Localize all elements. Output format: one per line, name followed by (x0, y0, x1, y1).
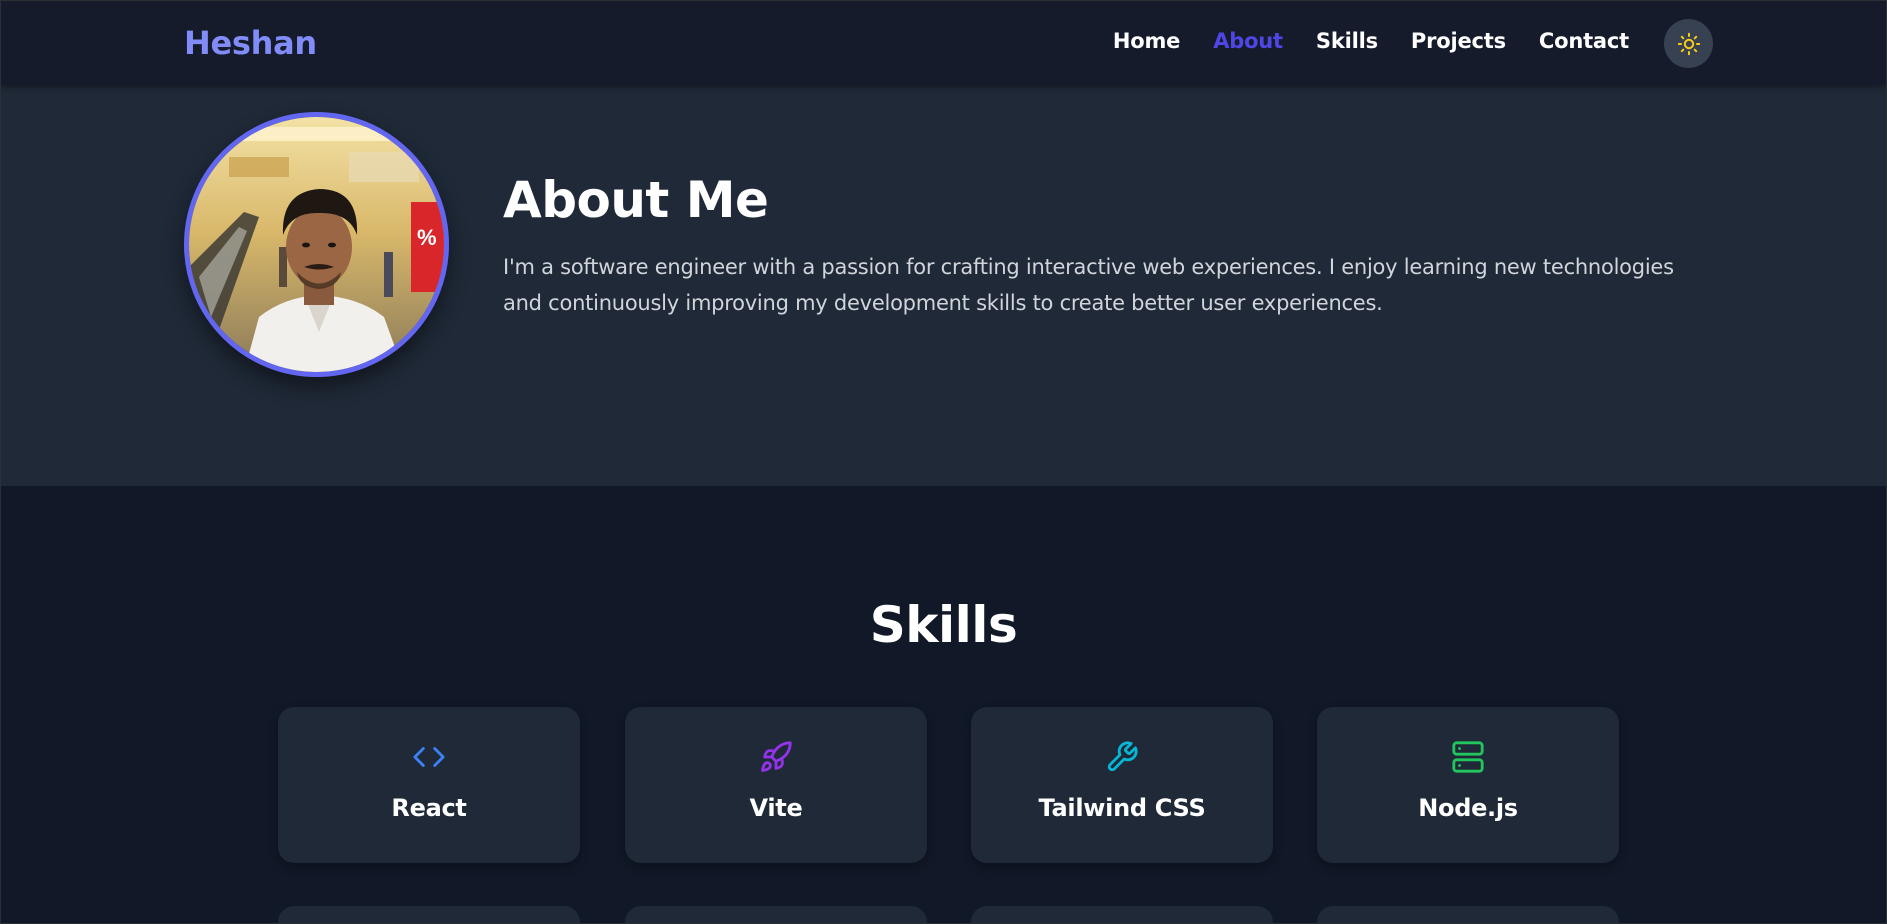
nav-links: Home About Skills Projects Contact (1113, 29, 1629, 53)
code-icon (413, 747, 445, 767)
skill-name: Vite (749, 794, 803, 822)
skill-card-tailwind: Tailwind CSS (971, 707, 1273, 863)
about-section: % About Me I'm a software engineer with … (1, 85, 1886, 486)
nav-link-about[interactable]: About (1213, 29, 1283, 53)
skills-section: Skills React Vite Tailwind CSS Node.js (1, 486, 1886, 923)
about-title: About Me (503, 171, 769, 229)
skill-name: Tailwind CSS (1038, 794, 1206, 822)
nav-item-home: Home (1113, 29, 1181, 53)
nav-link-projects[interactable]: Projects (1411, 29, 1506, 53)
nav-link-contact[interactable]: Contact (1539, 29, 1629, 53)
server-icon (1452, 741, 1484, 773)
page: Heshan Home About Skills Projects Contac… (0, 0, 1887, 924)
profile-avatar: % (184, 112, 449, 377)
skill-name: React (391, 794, 467, 822)
profile-photo: % (189, 117, 444, 372)
nav-link-skills[interactable]: Skills (1316, 29, 1378, 53)
about-description: I'm a software engineer with a passion f… (503, 255, 1674, 315)
skill-card-next-row (971, 906, 1273, 923)
skill-card-next-row (1317, 906, 1619, 923)
rocket-icon (761, 741, 792, 772)
skill-card-next-row (625, 906, 927, 923)
wrench-icon (1107, 741, 1138, 772)
skill-card-vite: Vite (625, 707, 927, 863)
nav-item-about: About (1213, 29, 1283, 53)
nav-link-home[interactable]: Home (1113, 29, 1181, 53)
skills-title: Skills (869, 596, 1018, 654)
sun-icon (1677, 32, 1700, 55)
skill-name: Node.js (1418, 794, 1518, 822)
nav-item-projects: Projects (1411, 29, 1506, 53)
brand-logo[interactable]: Heshan (184, 24, 317, 62)
nav-item-contact: Contact (1539, 29, 1629, 53)
navbar: Heshan Home About Skills Projects Contac… (1, 1, 1886, 85)
skill-card-nodejs: Node.js (1317, 707, 1619, 863)
skill-card-next-row (278, 906, 580, 923)
nav-item-skills: Skills (1316, 29, 1378, 53)
svg-text:%: % (417, 225, 437, 250)
theme-toggle-button[interactable] (1664, 19, 1713, 68)
skill-card-react: React (278, 707, 580, 863)
